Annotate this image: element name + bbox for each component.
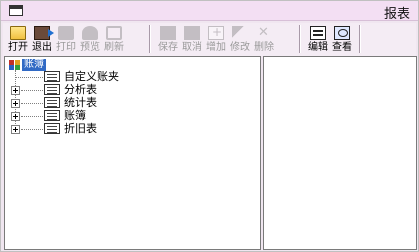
tree-root-label[interactable]: 账簿: [22, 59, 46, 71]
title-bar: 报表: [1, 1, 418, 22]
open-button[interactable]: 打开: [6, 24, 30, 55]
report-doc-icon: [44, 123, 60, 134]
ledger-root-icon: [9, 60, 20, 70]
refresh-icon: [106, 26, 122, 40]
delete-label: 删除: [254, 42, 274, 53]
report-doc-icon: [44, 110, 60, 121]
expand-plus-icon[interactable]: [11, 112, 20, 121]
cancel-label: 取消: [182, 42, 202, 53]
expand-plus-icon[interactable]: [11, 125, 20, 134]
toolbar-group-file: 打开 退出 打印 预览 刷新: [6, 24, 126, 55]
preview-button[interactable]: 预览: [78, 24, 102, 55]
report-doc-icon: [44, 71, 60, 82]
report-window: 报表 打开 退出 打印 预览 刷新 保存 取消 + 增加 修改 ✕ 删除 编辑 …: [0, 0, 419, 252]
view-button[interactable]: 查看: [330, 24, 354, 55]
exit-button[interactable]: 退出: [30, 24, 54, 55]
refresh-button[interactable]: 刷新: [102, 24, 126, 55]
window-icon: [9, 5, 23, 16]
editor-button[interactable]: 编辑: [306, 24, 330, 55]
print-label: 打印: [56, 42, 76, 53]
expand-plus-icon[interactable]: [11, 99, 20, 108]
toolbar-separator: [359, 25, 361, 53]
cancel-icon: [184, 26, 200, 40]
add-label: 增加: [206, 42, 226, 53]
preview-label: 预览: [80, 42, 100, 53]
cancel-button[interactable]: 取消: [180, 24, 204, 55]
report-tree-panel: 账簿 自定义账夹 分析表 统计表 账簿 折旧表: [4, 56, 261, 250]
tree-connector: [21, 90, 43, 91]
tree-connector: [16, 77, 43, 78]
tree-item-label[interactable]: 自定义账夹: [64, 70, 119, 83]
save-label: 保存: [158, 42, 178, 53]
toolbar-group-record: 保存 取消 增加 修改 删除: [156, 24, 276, 55]
window-title: 报表: [383, 7, 410, 22]
toolbar-separator: [149, 25, 151, 53]
view-label: 查看: [332, 42, 352, 53]
view-icon: [334, 26, 350, 40]
exit-label: 退出: [32, 42, 52, 53]
tree-connector: [21, 103, 43, 104]
toolbar-group-view: 编辑 查看: [306, 24, 354, 55]
expand-plus-icon[interactable]: [11, 86, 20, 95]
edit-icon: [232, 26, 248, 40]
edit-label: 修改: [230, 42, 250, 53]
print-button[interactable]: 打印: [54, 24, 78, 55]
edit-button[interactable]: 修改: [228, 24, 252, 55]
report-doc-icon: [44, 97, 60, 108]
tree-item-label[interactable]: 账簿: [64, 109, 86, 122]
folder-icon: [10, 26, 26, 40]
report-content-panel[interactable]: [263, 56, 417, 250]
toolbar: 打开 退出 打印 预览 刷新 保存 取消 + 增加 修改 ✕ 删除 编辑 查看: [3, 23, 416, 56]
save-button[interactable]: 保存: [156, 24, 180, 55]
tree-connector: [21, 129, 43, 130]
delete-icon: [256, 25, 272, 40]
report-doc-icon: [44, 84, 60, 95]
save-icon: [160, 26, 176, 40]
tree-item-label[interactable]: 折旧表: [64, 122, 97, 135]
preview-icon: [82, 26, 98, 40]
open-label: 打开: [8, 42, 28, 53]
editor-label: 编辑: [308, 42, 328, 53]
delete-button[interactable]: 删除: [252, 24, 276, 55]
tree-connector: [21, 116, 43, 117]
add-button[interactable]: 增加: [204, 24, 228, 55]
toolbar-separator: [299, 25, 301, 53]
report-tree: 账簿 自定义账夹 分析表 统计表 账簿 折旧表: [5, 57, 260, 249]
editor-icon: [310, 26, 326, 40]
print-icon: [58, 26, 74, 40]
tree-item-label[interactable]: 统计表: [64, 96, 97, 109]
tree-item-label[interactable]: 分析表: [64, 83, 97, 96]
add-icon: [208, 25, 224, 40]
refresh-label: 刷新: [104, 42, 124, 53]
exit-icon: [34, 26, 54, 40]
